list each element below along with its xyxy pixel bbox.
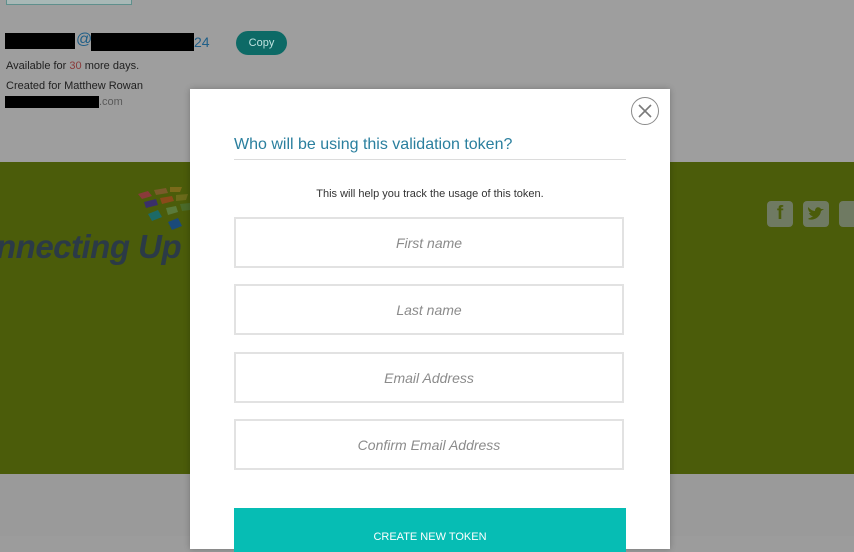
- brand-logo-text: nnecting Up: [0, 228, 182, 265]
- redacted-email-domain: [91, 33, 194, 51]
- availability-suffix: more days.: [84, 60, 140, 72]
- confirm-email-input[interactable]: [234, 419, 624, 470]
- twitter-icon[interactable]: [803, 201, 829, 227]
- redacted-created-email: [5, 96, 99, 108]
- close-icon: [637, 103, 652, 118]
- logo-mosaic-icon: [138, 187, 190, 230]
- created-email-tail: .com: [99, 96, 123, 108]
- modal-title: Who will be using this validation token?: [234, 136, 513, 153]
- availability-prefix: Available for: [6, 60, 67, 72]
- email-at-sign: @: [76, 31, 93, 48]
- youtube-icon[interactable]: [839, 201, 854, 227]
- email-input[interactable]: [234, 352, 624, 403]
- email-tail: 24: [194, 34, 210, 50]
- first-name-input[interactable]: [234, 217, 624, 268]
- created-for-text: Created for Matthew Rowan: [6, 80, 143, 92]
- facebook-icon[interactable]: f: [767, 201, 793, 227]
- redacted-email-user: [5, 33, 75, 49]
- copy-button[interactable]: Copy: [236, 31, 287, 55]
- title-divider: [234, 159, 626, 160]
- helper-text: This will help you track the usage of th…: [316, 188, 544, 200]
- last-name-input[interactable]: [234, 284, 624, 335]
- availability-text: Available for 30 more days.: [6, 60, 139, 72]
- close-button[interactable]: [631, 97, 659, 125]
- validation-token-modal: Who will be using this validation token?…: [190, 89, 670, 552]
- availability-days: 30: [69, 60, 82, 72]
- top-button-fragment[interactable]: [6, 0, 132, 5]
- create-new-token-button[interactable]: CREATE NEW TOKEN: [234, 508, 626, 552]
